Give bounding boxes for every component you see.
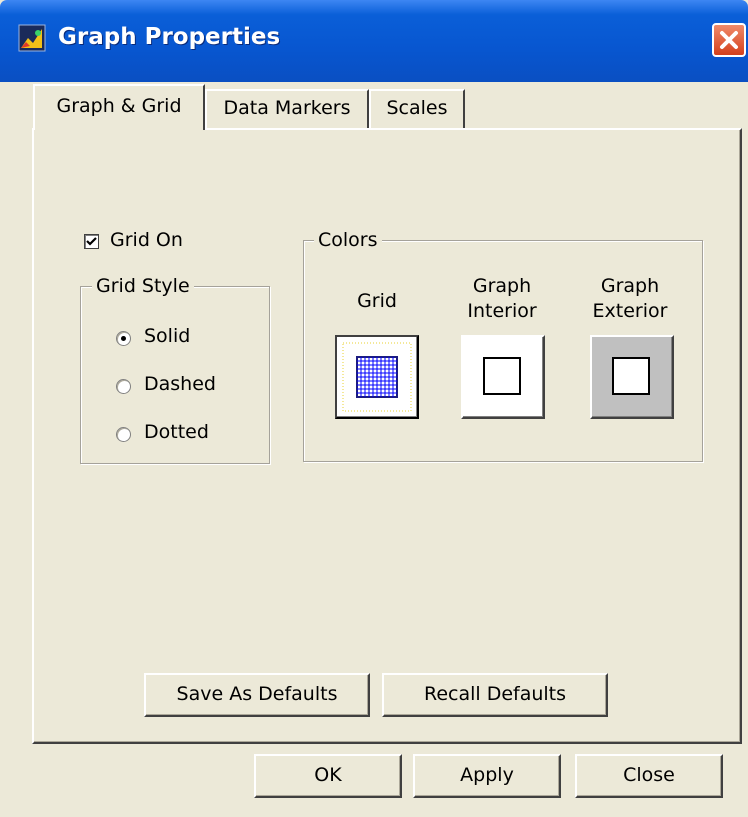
graph-app-icon bbox=[18, 24, 46, 52]
graph-exterior-color-button[interactable] bbox=[590, 335, 674, 419]
grid-color-label: Grid bbox=[357, 290, 397, 312]
save-as-defaults-label: Save As Defaults bbox=[176, 683, 338, 705]
dashed-radio[interactable] bbox=[116, 379, 131, 394]
dashed-label: Dashed bbox=[144, 373, 216, 395]
checkmark-icon bbox=[86, 237, 97, 246]
solid-radio[interactable] bbox=[116, 331, 131, 346]
tab-data-markers-label: Data Markers bbox=[223, 97, 351, 119]
grid-color-swatch bbox=[342, 342, 412, 412]
close-icon bbox=[720, 31, 738, 49]
apply-label: Apply bbox=[460, 764, 514, 786]
graph-interior-label-line2: Interior bbox=[467, 300, 537, 322]
recall-defaults-button[interactable]: Recall Defaults bbox=[382, 673, 608, 717]
grid-style-legend: Grid Style bbox=[92, 275, 194, 297]
solid-label: Solid bbox=[144, 325, 191, 347]
close-button[interactable]: Close bbox=[575, 754, 723, 798]
window-title: Graph Properties bbox=[58, 24, 281, 50]
tab-scales-label: Scales bbox=[386, 97, 448, 119]
tab-graph-grid[interactable]: Graph & Grid bbox=[33, 84, 205, 130]
graph-exterior-swatch bbox=[612, 357, 650, 395]
tab-scales[interactable]: Scales bbox=[369, 89, 465, 129]
graph-exterior-label-line1: Graph bbox=[600, 275, 660, 297]
ok-label: OK bbox=[314, 764, 342, 786]
graph-interior-label-line1: Graph bbox=[472, 275, 532, 297]
close-label: Close bbox=[623, 764, 675, 786]
grid-color-button[interactable] bbox=[335, 335, 419, 419]
colors-legend: Colors bbox=[314, 229, 382, 251]
graph-exterior-label-line2: Exterior bbox=[592, 300, 668, 322]
ok-button[interactable]: OK bbox=[254, 754, 402, 798]
dotted-radio[interactable] bbox=[116, 427, 131, 442]
apply-button[interactable]: Apply bbox=[413, 754, 561, 798]
dotted-label: Dotted bbox=[144, 421, 209, 443]
close-window-button[interactable] bbox=[712, 23, 746, 57]
graph-interior-swatch bbox=[483, 357, 521, 395]
save-as-defaults-button[interactable]: Save As Defaults bbox=[144, 673, 370, 717]
graph-interior-color-button[interactable] bbox=[461, 335, 545, 419]
recall-defaults-label: Recall Defaults bbox=[423, 683, 567, 705]
grid-on-checkbox[interactable] bbox=[84, 234, 99, 249]
grid-on-label: Grid On bbox=[110, 229, 183, 251]
title-bar[interactable]: Graph Properties bbox=[0, 0, 748, 82]
tab-graph-grid-label: Graph & Grid bbox=[56, 95, 182, 117]
tab-data-markers[interactable]: Data Markers bbox=[205, 89, 369, 129]
